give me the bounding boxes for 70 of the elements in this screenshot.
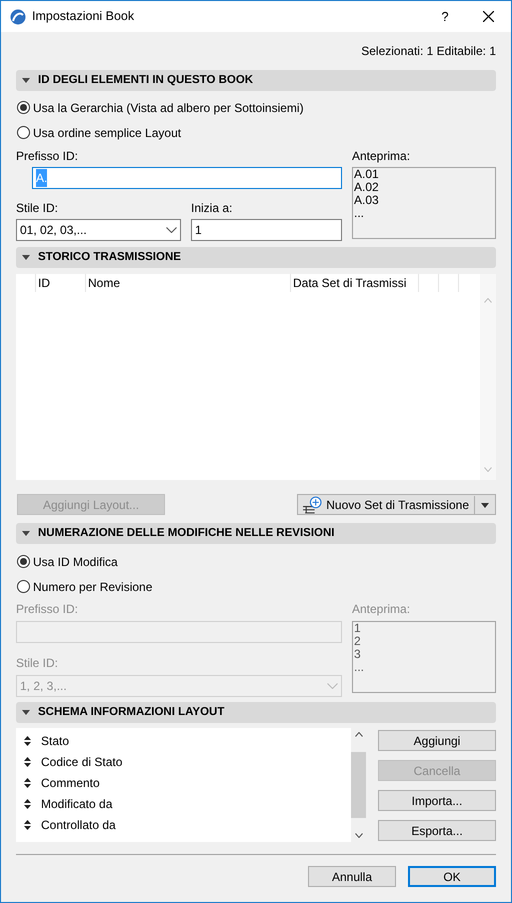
button-label: Nuovo Set di Trasmissione xyxy=(326,496,475,514)
triangle-icon xyxy=(22,710,30,715)
scrollbar[interactable] xyxy=(480,274,496,480)
preview-line: 1 xyxy=(354,622,362,635)
help-button[interactable]: ? xyxy=(425,6,465,26)
scroll-down-icon xyxy=(354,833,362,838)
triangle-icon xyxy=(22,78,30,83)
input-field[interactable]: 1 xyxy=(191,219,342,241)
radio-label: Usa la Gerarchia (Vista ad albero per Sottoinsiemi) xyxy=(33,100,304,116)
side-button[interactable]: Importa... xyxy=(378,790,496,811)
split-button[interactable]: Nuovo Set di Trasmissione xyxy=(297,494,496,515)
field-label: Stile ID: xyxy=(16,655,60,670)
dropdown[interactable]: 01, 02, 03,... xyxy=(16,219,181,241)
scroll-down-icon xyxy=(484,467,492,472)
section-header[interactable]: SCHEMA INFORMAZIONI LAYOUT xyxy=(16,702,496,723)
section-header[interactable]: STORICO TRASMISSIONE xyxy=(16,247,496,268)
selection-info: Selezionati: 1 Editabile: 1 xyxy=(361,43,496,60)
list-item[interactable]: Controllato da xyxy=(16,814,351,835)
close-icon xyxy=(482,11,494,22)
column-header[interactable]: ID xyxy=(36,274,86,292)
input-field[interactable] xyxy=(16,621,342,643)
preview-line: A.03 xyxy=(354,194,380,207)
list-item[interactable]: Stato xyxy=(16,730,351,751)
column-header[interactable]: Data Set di Trasmissi xyxy=(291,274,419,292)
app-logo-icon xyxy=(10,8,26,24)
section-title: STORICO TRASMISSIONE xyxy=(38,250,181,265)
drag-handle-icon xyxy=(24,820,31,830)
preview-label: Anteprima: xyxy=(352,601,412,616)
drag-handle-icon xyxy=(24,798,31,808)
preview-line: 2 xyxy=(354,635,362,648)
field-label: Inizia a: xyxy=(191,200,234,215)
chevron-down-icon xyxy=(166,227,177,233)
field-label: Prefisso ID: xyxy=(16,148,80,163)
drag-handle-icon xyxy=(24,736,31,746)
radio-button[interactable] xyxy=(17,126,30,139)
preview-line: 3 xyxy=(354,648,362,661)
scrollbar-thumb[interactable] xyxy=(351,752,366,818)
preview-line: A.02 xyxy=(354,181,380,194)
scroll-up-icon xyxy=(484,298,492,303)
radio-label: Usa ordine semplice Layout xyxy=(33,124,182,142)
radio-label: Numero per Revisione xyxy=(33,578,152,596)
preview-line: A.01 xyxy=(354,168,380,181)
triangle-icon xyxy=(22,531,30,536)
column-header[interactable]: Nome xyxy=(86,274,291,292)
input-value: A. xyxy=(36,169,48,187)
dialog-button[interactable]: Annulla xyxy=(308,866,396,887)
drag-handle-icon xyxy=(24,756,31,766)
chevron-down-icon xyxy=(327,683,338,689)
section-header[interactable]: ID DEGLI ELEMENTI IN QUESTO BOOK xyxy=(16,70,496,91)
window-title: Impostazioni Book xyxy=(32,8,134,26)
dialog-button[interactable]: OK xyxy=(408,866,496,887)
field-label: Prefisso ID: xyxy=(16,601,80,616)
preview-label: Anteprima: xyxy=(352,148,412,163)
scroll-up-icon xyxy=(354,732,362,737)
preview-line: ... xyxy=(354,661,366,674)
list-item[interactable]: Modificato da xyxy=(16,793,351,814)
field-label: Stile ID: xyxy=(16,200,60,215)
list-item[interactable]: Codice di Stato xyxy=(16,751,351,772)
section-title: NUMERAZIONE DELLE MODIFICHE NELLE REVISIONI xyxy=(38,526,334,541)
radio-button[interactable] xyxy=(17,101,30,114)
section-title: SCHEMA INFORMAZIONI LAYOUT xyxy=(38,704,224,720)
triangle-icon xyxy=(22,255,30,260)
preview-line: ... xyxy=(354,207,366,220)
list-item[interactable]: Commento xyxy=(16,772,351,793)
side-button[interactable]: Esporta... xyxy=(378,820,496,841)
drag-handle-icon xyxy=(24,778,31,788)
document-plus-icon xyxy=(302,496,322,514)
side-button[interactable]: Aggiungi xyxy=(378,730,496,751)
radio-label: Usa ID Modifica xyxy=(33,554,118,570)
section-title: ID DEGLI ELEMENTI IN QUESTO BOOK xyxy=(38,72,254,88)
